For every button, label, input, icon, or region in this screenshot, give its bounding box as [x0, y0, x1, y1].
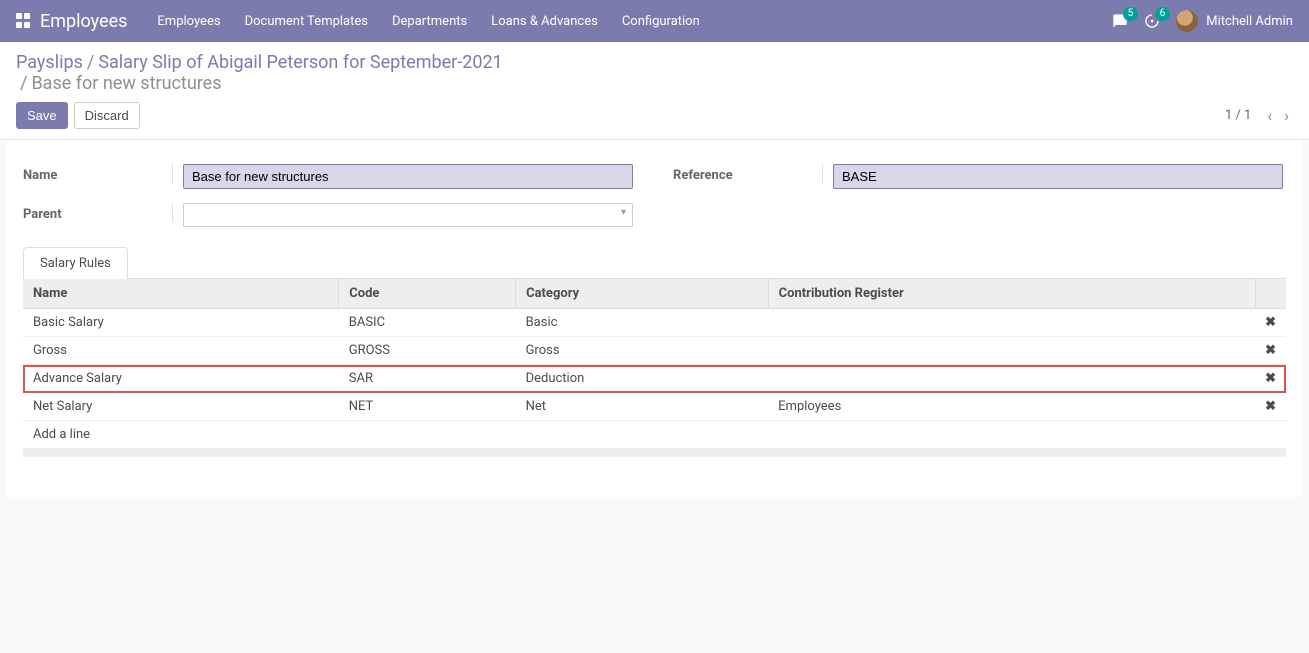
breadcrumb-salary-slip[interactable]: Salary Slip of Abigail Peterson for Sept…	[98, 52, 502, 73]
delete-row-icon[interactable]: ✖	[1255, 337, 1286, 365]
apps-icon[interactable]	[16, 13, 32, 29]
tabs-container: Salary Rules Name Code Category Contribu…	[23, 247, 1286, 457]
table-header-row: Name Code Category Contribution Register	[23, 279, 1286, 309]
salary-rules-table: Name Code Category Contribution Register…	[23, 279, 1286, 449]
group-reference: Reference	[673, 164, 1283, 189]
cell-contribution[interactable]	[768, 365, 1255, 393]
table-row[interactable]: Basic SalaryBASICBasic ✖	[23, 309, 1286, 337]
form-row-1: Name Reference	[23, 164, 1286, 189]
group-empty	[673, 203, 1279, 227]
cell-contribution[interactable]	[768, 309, 1255, 337]
add-line-row: Add a line	[23, 421, 1286, 449]
pager-text: 1 / 1	[1225, 108, 1251, 123]
button-group: Save Discard	[16, 102, 140, 129]
cell-code[interactable]: NET	[339, 393, 516, 421]
pager-prev-icon[interactable]: ‹	[1263, 106, 1276, 125]
activities-count: 6	[1155, 7, 1171, 21]
discard-button[interactable]: Discard	[74, 102, 140, 129]
activities-icon[interactable]: 6	[1144, 13, 1160, 29]
th-delete	[1255, 279, 1286, 309]
navbar-right: 5 6 Mitchell Admin	[1112, 10, 1293, 32]
cell-contribution[interactable]: Employees	[768, 393, 1255, 421]
control-panel: Payslips/Salary Slip of Abigail Peterson…	[0, 42, 1309, 140]
field-parent-wrap	[173, 203, 633, 227]
cell-contribution[interactable]	[768, 337, 1255, 365]
main-menu: Employees Document Templates Departments…	[157, 14, 699, 29]
group-name: Name	[23, 164, 633, 189]
form-row-2: Parent	[23, 203, 1286, 227]
table-footer-bar	[23, 449, 1286, 457]
tab-salary-rules[interactable]: Salary Rules	[23, 247, 128, 279]
th-contribution[interactable]: Contribution Register	[768, 279, 1255, 309]
parent-select[interactable]	[183, 203, 633, 227]
menu-configuration[interactable]: Configuration	[622, 14, 700, 29]
field-reference-wrap	[823, 164, 1283, 189]
cell-code[interactable]: SAR	[339, 365, 516, 393]
app-title: Employees	[40, 11, 127, 32]
delete-row-icon[interactable]: ✖	[1255, 309, 1286, 337]
cell-name[interactable]: Basic Salary	[23, 309, 339, 337]
breadcrumb: Payslips/Salary Slip of Abigail Peterson…	[16, 52, 1293, 94]
table-row[interactable]: Advance SalarySARDeduction ✖	[23, 365, 1286, 393]
add-line-link[interactable]: Add a line	[23, 421, 1286, 449]
user-menu[interactable]: Mitchell Admin	[1176, 10, 1293, 32]
navbar-left: Employees Employees Document Templates D…	[16, 11, 700, 32]
user-name: Mitchell Admin	[1206, 14, 1293, 29]
table-row[interactable]: Net SalaryNETNetEmployees✖	[23, 393, 1286, 421]
form-sheet: Name Reference Parent Salary Rules	[7, 140, 1302, 497]
pager-next-icon[interactable]: ›	[1280, 106, 1293, 125]
delete-row-icon[interactable]: ✖	[1255, 393, 1286, 421]
field-name-wrap	[173, 164, 633, 189]
delete-row-icon[interactable]: ✖	[1255, 365, 1286, 393]
reference-input[interactable]	[833, 164, 1283, 189]
action-row: Save Discard 1 / 1 ‹ ›	[16, 102, 1293, 129]
menu-loans-advances[interactable]: Loans & Advances	[491, 14, 598, 29]
pager-arrows: ‹ ›	[1263, 106, 1293, 125]
cell-name[interactable]: Gross	[23, 337, 339, 365]
th-category[interactable]: Category	[516, 279, 769, 309]
breadcrumb-payslips[interactable]: Payslips	[16, 52, 83, 73]
menu-employees[interactable]: Employees	[157, 14, 220, 29]
cell-category[interactable]: Net	[516, 393, 769, 421]
tabs-bar: Salary Rules	[23, 247, 1286, 279]
messages-icon[interactable]: 5	[1112, 13, 1128, 29]
cell-name[interactable]: Net Salary	[23, 393, 339, 421]
label-reference: Reference	[673, 164, 823, 183]
cell-name[interactable]: Advance Salary	[23, 365, 339, 393]
cell-category[interactable]: Gross	[516, 337, 769, 365]
cell-code[interactable]: GROSS	[339, 337, 516, 365]
th-name[interactable]: Name	[23, 279, 339, 309]
navbar-brand[interactable]: Employees	[16, 11, 127, 32]
breadcrumb-current: Base for new structures	[31, 73, 221, 94]
cell-category[interactable]: Deduction	[516, 365, 769, 393]
table-row[interactable]: GrossGROSSGross ✖	[23, 337, 1286, 365]
menu-document-templates[interactable]: Document Templates	[245, 14, 368, 29]
menu-departments[interactable]: Departments	[392, 14, 467, 29]
cell-category[interactable]: Basic	[516, 309, 769, 337]
label-name: Name	[23, 164, 173, 183]
pager: 1 / 1 ‹ ›	[1225, 106, 1293, 125]
name-input[interactable]	[183, 164, 633, 189]
messages-count: 5	[1123, 7, 1139, 21]
avatar	[1176, 10, 1198, 32]
th-code[interactable]: Code	[339, 279, 516, 309]
group-parent: Parent	[23, 203, 633, 227]
save-button[interactable]: Save	[16, 102, 68, 129]
breadcrumb-sep-2: /	[20, 73, 27, 94]
label-parent: Parent	[23, 203, 173, 222]
cell-code[interactable]: BASIC	[339, 309, 516, 337]
breadcrumb-sep: /	[87, 52, 94, 73]
main-navbar: Employees Employees Document Templates D…	[0, 0, 1309, 42]
